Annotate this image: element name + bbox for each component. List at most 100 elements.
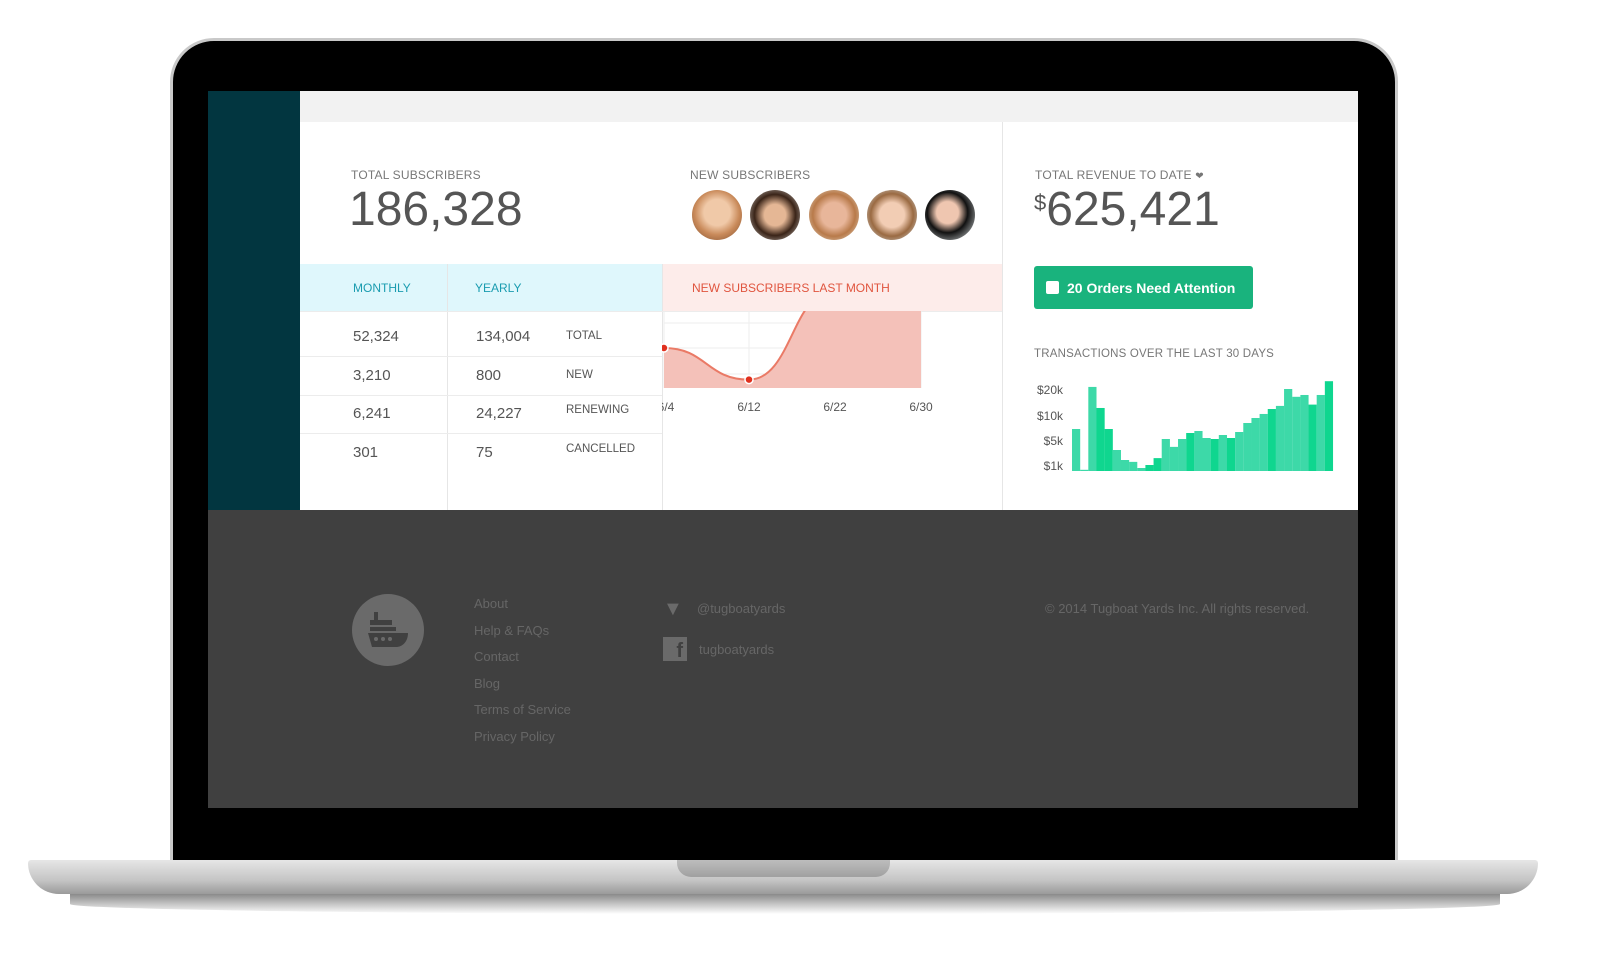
yearly-value: 24,227 xyxy=(476,405,522,422)
divider xyxy=(1002,122,1003,510)
revenue-label-text: TOTAL REVENUE TO DATE xyxy=(1035,168,1192,182)
bar[interactable] xyxy=(1226,438,1236,471)
yearly-value: 800 xyxy=(476,367,502,384)
y-tick-label: $10k xyxy=(1037,409,1064,423)
twitter-icon[interactable]: ▼ xyxy=(663,599,687,619)
avatar[interactable] xyxy=(925,190,975,240)
laptop-notch xyxy=(677,860,890,877)
bar[interactable] xyxy=(1096,407,1105,471)
monthly-value: 3,210 xyxy=(353,367,391,384)
bar[interactable] xyxy=(1112,450,1121,471)
copyright: © 2014 Tugboat Yards Inc. All rights res… xyxy=(1045,601,1310,616)
bar[interactable] xyxy=(1186,433,1195,471)
bar[interactable] xyxy=(1145,465,1154,471)
bar[interactable] xyxy=(1137,468,1146,471)
bar[interactable] xyxy=(1324,381,1334,471)
bar[interactable] xyxy=(1251,418,1260,471)
bar[interactable] xyxy=(1218,435,1228,471)
bar[interactable] xyxy=(1080,469,1089,471)
orders-attention-button[interactable]: 20 Orders Need Attention xyxy=(1034,266,1253,309)
revenue-label: TOTAL REVENUE TO DATE ❤ xyxy=(1035,168,1204,182)
bar[interactable] xyxy=(1169,446,1179,471)
transactions-chart: $20k $10k $5k $1k xyxy=(1037,381,1334,473)
chevron-down-icon[interactable]: ❤ xyxy=(1195,171,1204,182)
bar[interactable] xyxy=(1308,404,1317,471)
footer-link[interactable]: Terms of Service xyxy=(474,702,571,717)
bar[interactable] xyxy=(1153,458,1162,471)
facebook-link[interactable]: tugboatyards xyxy=(699,642,774,657)
monthly-value: 6,241 xyxy=(353,405,391,422)
bar[interactable] xyxy=(1292,396,1301,471)
bar[interactable] xyxy=(1316,394,1325,471)
bar[interactable] xyxy=(1120,460,1130,471)
row-label: NEW xyxy=(566,369,593,381)
avatar[interactable] xyxy=(809,190,859,240)
bar[interactable] xyxy=(1072,429,1081,471)
revenue-amount: 625,421 xyxy=(1046,183,1220,236)
yearly-value: 75 xyxy=(476,444,493,461)
avatar[interactable] xyxy=(692,190,742,240)
yearly-header[interactable]: YEARLY xyxy=(475,281,521,295)
x-tick-label: 6/22 xyxy=(823,400,847,414)
avatar[interactable] xyxy=(750,190,800,240)
x-tick-label: 6/12 xyxy=(737,400,761,414)
chart-title: NEW SUBSCRIBERS LAST MONTH xyxy=(692,281,890,295)
bar[interactable] xyxy=(1259,413,1268,471)
x-tick-label: 6/30 xyxy=(909,400,933,414)
bar[interactable] xyxy=(1284,389,1293,471)
bar[interactable] xyxy=(1129,461,1138,471)
screen: TOTAL SUBSCRIBERS 186,328 NEW SUBSCRIBER… xyxy=(208,91,1358,808)
bar[interactable] xyxy=(1178,439,1187,471)
footer-link[interactable]: Blog xyxy=(474,676,500,691)
orders-button-label: 20 Orders Need Attention xyxy=(1067,279,1236,296)
monthly-value: 301 xyxy=(353,444,379,461)
twitter-link[interactable]: @tugboatyards xyxy=(697,601,785,616)
bar[interactable] xyxy=(1161,439,1170,471)
total-subscribers-value: 186,328 xyxy=(349,183,523,236)
avatar[interactable] xyxy=(867,190,917,240)
facebook-icon[interactable]: f xyxy=(663,637,687,662)
new-subscribers-chart: 20k15k10k5k1k6/46/126/226/30 xyxy=(662,311,933,414)
sidebar xyxy=(208,91,300,510)
package-icon xyxy=(1046,281,1059,294)
footer-link[interactable]: Privacy Policy xyxy=(474,729,555,744)
transactions-label: TRANSACTIONS OVER THE LAST 30 DAYS xyxy=(1034,348,1275,360)
bar[interactable] xyxy=(1235,432,1244,471)
bar[interactable] xyxy=(1267,409,1276,471)
row-divider xyxy=(300,395,662,396)
monthly-value: 52,324 xyxy=(353,328,399,345)
yearly-value: 134,004 xyxy=(476,328,531,345)
row-label: RENEWING xyxy=(566,404,630,416)
laptop-shadow xyxy=(70,894,1500,914)
divider xyxy=(447,264,448,510)
tugboat-logo[interactable] xyxy=(352,594,424,666)
y-tick-label: $20k xyxy=(1037,383,1064,397)
new-subscribers-label: NEW SUBSCRIBERS xyxy=(690,168,811,182)
dashboard-panel: TOTAL SUBSCRIBERS 186,328 NEW SUBSCRIBER… xyxy=(300,122,1358,510)
currency-symbol: $ xyxy=(1034,190,1047,215)
y-tick-label: $1k xyxy=(1044,459,1064,473)
footer-link[interactable]: About xyxy=(474,596,508,611)
tugboat-icon xyxy=(368,612,408,647)
bar[interactable] xyxy=(1300,394,1309,471)
bar[interactable] xyxy=(1104,429,1113,471)
top-bar xyxy=(300,91,1358,122)
bar[interactable] xyxy=(1202,438,1211,471)
monthly-header[interactable]: MONTHLY xyxy=(353,281,411,295)
bar[interactable] xyxy=(1194,431,1203,471)
row-divider xyxy=(300,433,662,434)
bar[interactable] xyxy=(1275,405,1285,471)
row-divider xyxy=(300,356,662,357)
row-label: CANCELLED xyxy=(566,443,636,455)
data-point[interactable] xyxy=(744,374,754,385)
y-tick-label: $5k xyxy=(1044,434,1064,448)
footer-link[interactable]: Help & FAQs xyxy=(474,623,549,638)
bar[interactable] xyxy=(1243,423,1252,471)
footer-link[interactable]: Contact xyxy=(474,649,519,664)
bar[interactable] xyxy=(1210,439,1219,471)
x-tick-label: 6/4 xyxy=(662,400,675,414)
row-label: TOTAL xyxy=(566,330,602,342)
data-point[interactable] xyxy=(662,343,669,353)
revenue-value: $625,421 xyxy=(1034,182,1220,237)
bar[interactable] xyxy=(1088,386,1097,471)
